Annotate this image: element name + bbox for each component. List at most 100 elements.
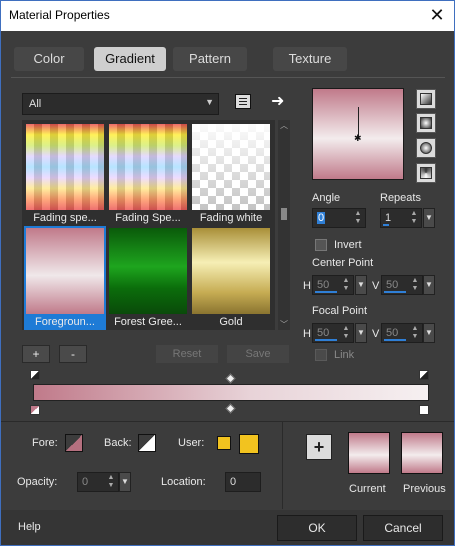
opacity-label: Opacity: — [17, 476, 58, 488]
spinner-arrows-icon[interactable]: ▲ ▼ — [409, 210, 419, 226]
opacity-dropdown[interactable]: ▼ — [119, 472, 131, 492]
save-button[interactable]: Save — [227, 345, 289, 363]
gradient-thumb-rainbow — [26, 124, 104, 210]
opacity-midpoint-icon[interactable] — [225, 373, 236, 384]
ok-button[interactable]: OK — [277, 515, 357, 541]
add-gradient-button[interactable]: + — [22, 345, 50, 363]
gradient-style-sunburst-icon[interactable] — [416, 163, 436, 183]
category-value: All — [29, 98, 42, 110]
category-dropdown[interactable]: All ▼ — [22, 93, 219, 115]
focal-v-dropdown[interactable]: ▼ — [423, 323, 435, 343]
gallery-item[interactable]: Forest Gree... — [107, 226, 189, 330]
focal-point-label: Focal Point — [312, 305, 368, 317]
previous-swatch[interactable] — [401, 432, 443, 474]
gallery-caption: Gold — [219, 316, 243, 328]
tab-divider — [11, 77, 445, 78]
spinner-arrows-icon[interactable]: ▲ ▼ — [410, 325, 420, 341]
spinner-arrows-icon[interactable]: ▲ ▼ — [353, 210, 363, 226]
center-v-dropdown[interactable]: ▼ — [423, 275, 435, 295]
location-label: Location: — [161, 476, 206, 488]
fore-label: Fore: — [32, 437, 58, 449]
scroll-up-icon[interactable]: ︿ — [280, 120, 288, 131]
back-swatch[interactable] — [138, 434, 156, 452]
color-stop-icon[interactable] — [30, 370, 40, 380]
current-swatch[interactable] — [348, 432, 390, 474]
focal-h-label: H — [303, 328, 311, 340]
back-label: Back: — [104, 437, 132, 449]
spinner-arrows-icon[interactable]: ▲ ▼ — [410, 277, 420, 293]
repeats-spinner[interactable]: 1 ▲ ▼ — [380, 208, 422, 228]
tab-pattern[interactable]: Pattern — [173, 47, 247, 71]
gallery-scrollbar[interactable]: ︿ ﹀ — [278, 120, 290, 330]
center-v-label: V — [372, 280, 380, 292]
close-icon[interactable]: ✕ — [420, 1, 454, 31]
user-swatch[interactable] — [239, 434, 259, 454]
focal-v-value: 50 — [386, 327, 399, 339]
center-v-value: 50 — [386, 279, 399, 291]
center-point-label: Center Point — [312, 257, 374, 269]
focal-v-spinner[interactable]: 50 ▲ ▼ — [381, 323, 423, 343]
color-stop-icon[interactable] — [30, 405, 40, 415]
gradient-style-rectangular-icon[interactable] — [416, 113, 436, 133]
center-marker-icon: ✱ — [354, 133, 362, 143]
repeats-dropdown[interactable]: ▼ — [423, 208, 435, 228]
gallery-caption: Fading spe... — [33, 212, 97, 224]
cancel-button[interactable]: Cancel — [363, 515, 443, 541]
window-title: Material Properties — [9, 8, 110, 22]
invert-checkbox[interactable] — [315, 239, 327, 251]
tab-texture[interactable]: Texture — [273, 47, 347, 71]
focal-h-spinner[interactable]: 50 ▲ ▼ — [312, 323, 354, 343]
gradient-thumb-rainbow — [109, 124, 187, 210]
focal-v-slider-fill — [384, 339, 406, 341]
focal-h-dropdown[interactable]: ▼ — [355, 323, 367, 343]
center-v-spinner[interactable]: 50 ▲ ▼ — [381, 275, 423, 295]
color-stop-icon[interactable] — [419, 405, 429, 415]
material-properties-window: Material Properties ✕ Color Gradient Pat… — [0, 0, 455, 546]
gradient-style-radial-icon[interactable] — [416, 138, 436, 158]
gallery-item[interactable]: Gold — [190, 226, 272, 330]
plus-icon[interactable]: + — [306, 434, 332, 460]
focal-h-value: 50 — [317, 327, 330, 339]
scroll-down-icon[interactable]: ﹀ — [280, 319, 288, 330]
spinner-arrows-icon[interactable]: ▲ ▼ — [341, 277, 351, 293]
remove-gradient-button[interactable]: - — [59, 345, 87, 363]
link-checkbox[interactable] — [315, 349, 327, 361]
center-h-dropdown[interactable]: ▼ — [355, 275, 367, 295]
gallery-caption: Fading white — [199, 212, 263, 224]
user-label: User: — [178, 437, 205, 449]
reset-button[interactable]: Reset — [156, 345, 218, 363]
help-link[interactable]: Help — [18, 521, 41, 533]
color-midpoint-icon[interactable] — [225, 403, 236, 414]
panel-divider — [1, 421, 454, 422]
center-h-spinner[interactable]: 50 ▲ ▼ — [312, 275, 354, 295]
tab-gradient[interactable]: Gradient — [94, 47, 166, 71]
gradient-thumb-checker — [192, 124, 270, 210]
scroll-thumb[interactable] — [281, 208, 287, 220]
color-stop-icon[interactable] — [419, 370, 429, 380]
gallery-item-selected[interactable]: Foregroun... — [24, 226, 106, 330]
spinner-arrows-icon[interactable]: ▲ ▼ — [106, 474, 116, 490]
gradient-thumb-gold — [192, 228, 270, 314]
location-field[interactable]: 0 — [225, 472, 261, 492]
fore-swatch[interactable] — [65, 434, 83, 452]
gradient-style-linear-icon[interactable] — [416, 89, 436, 109]
gallery-item[interactable]: Fading white — [190, 122, 272, 226]
title-bar: Material Properties ✕ — [1, 1, 454, 31]
gallery-item[interactable]: Fading Spe... — [107, 122, 189, 226]
opacity-spinner[interactable]: 0 ▲ ▼ — [77, 472, 119, 492]
angle-spinner[interactable]: 0 ▲ ▼ — [312, 208, 366, 228]
spinner-arrows-icon[interactable]: ▲ ▼ — [341, 325, 351, 341]
save-list-icon[interactable] — [235, 94, 251, 109]
arrow-right-icon[interactable]: ➜ — [271, 91, 284, 111]
user-swatch-small[interactable] — [217, 436, 231, 450]
focal-h-slider-fill — [315, 339, 337, 341]
gradient-editor-bar[interactable] — [33, 384, 429, 401]
gallery-caption: Fading Spe... — [115, 212, 181, 224]
opacity-value: 0 — [82, 476, 89, 488]
gradient-preview[interactable]: ✱ — [312, 88, 404, 180]
tab-color[interactable]: Color — [14, 47, 84, 71]
gradient-thumb-green — [109, 228, 187, 314]
gallery-item[interactable]: Fading spe... — [24, 122, 106, 226]
repeats-slider-fill — [383, 224, 389, 226]
location-value: 0 — [230, 476, 237, 488]
